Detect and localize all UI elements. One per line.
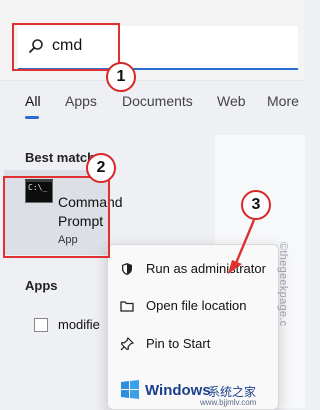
tab-active-indicator [25,116,39,119]
highlight-best-match [3,176,110,258]
windows-logo-icon [121,380,139,399]
highlight-search-box [12,23,120,71]
step-badge-2: 2 [86,153,116,183]
tab-apps[interactable]: Apps [65,93,97,109]
tab-web[interactable]: Web [217,93,246,109]
annotation-arrow [228,219,256,274]
side-watermark: ©thegeekpage.c [277,242,289,327]
watermark-url: www.bjjmlv.com [200,398,257,407]
apps-heading: Apps [25,278,58,293]
tab-more[interactable]: More [267,93,299,109]
pin-icon [120,337,134,351]
watermark-brand: Windows [145,382,211,399]
app-item-icon [34,318,48,332]
shield-icon [122,263,132,275]
menu-item-pin-to-start[interactable]: Pin to Start [146,336,210,351]
best-match-heading: Best match [25,150,96,165]
app-item-label[interactable]: modifie [58,317,100,332]
step-badge-1: 1 [106,62,136,92]
tab-all[interactable]: All [25,93,41,109]
tab-documents[interactable]: Documents [122,93,193,109]
menu-item-open-file-location[interactable]: Open file location [146,298,246,313]
folder-icon [120,301,134,312]
